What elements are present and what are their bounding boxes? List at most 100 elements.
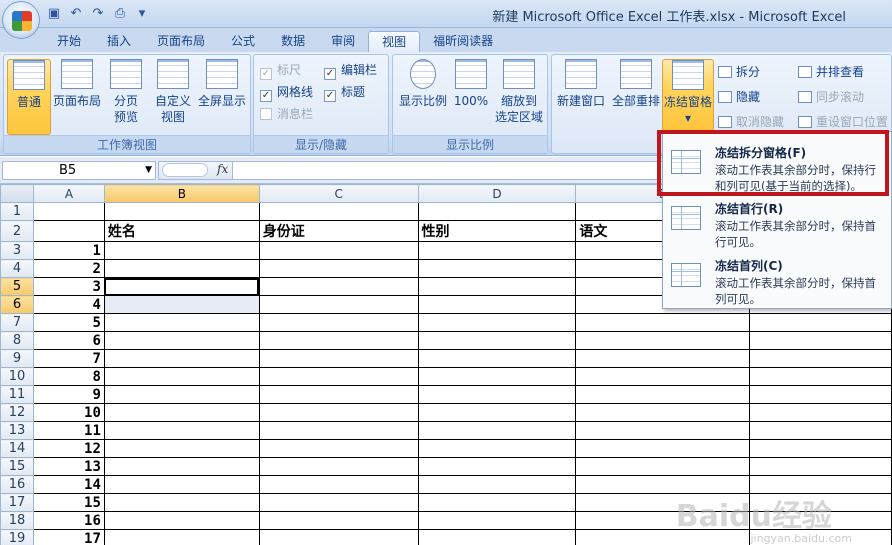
cell[interactable]: [417, 259, 577, 278]
chevron-down-icon[interactable]: ▼: [145, 162, 152, 179]
row-header[interactable]: 9: [0, 349, 34, 368]
tab-page-layout[interactable]: 页面布局: [144, 31, 218, 52]
cell[interactable]: [575, 349, 751, 368]
row-header[interactable]: 3: [0, 241, 34, 260]
cell[interactable]: [417, 403, 577, 422]
unhide-button[interactable]: 取消隐藏: [718, 113, 784, 131]
column-header[interactable]: D: [417, 184, 577, 203]
cell[interactable]: 7: [32, 349, 105, 368]
row-header[interactable]: 1: [0, 202, 34, 221]
row-header[interactable]: 16: [0, 475, 34, 494]
reset-window-position-button[interactable]: 重设窗口位置: [798, 113, 888, 131]
arrange-all-button[interactable]: 全部重排: [610, 59, 662, 135]
tab-review[interactable]: 审阅: [318, 31, 368, 52]
cell[interactable]: [749, 313, 892, 332]
cell[interactable]: [417, 493, 577, 512]
cell[interactable]: [103, 202, 260, 221]
cell[interactable]: [103, 475, 260, 494]
cell[interactable]: [258, 403, 419, 422]
sync-scroll-button[interactable]: 同步滚动: [798, 88, 864, 106]
cell[interactable]: [749, 349, 892, 368]
cell[interactable]: [749, 421, 892, 440]
cell[interactable]: 1: [32, 241, 105, 260]
cell[interactable]: 身份证: [258, 220, 419, 242]
cell[interactable]: [417, 529, 577, 545]
zoom-100-button[interactable]: 100%: [451, 59, 491, 135]
cell[interactable]: 12: [32, 439, 105, 458]
cell[interactable]: [258, 511, 419, 530]
cell[interactable]: 8: [32, 367, 105, 386]
column-header[interactable]: B: [103, 184, 260, 203]
cell[interactable]: [258, 457, 419, 476]
cell[interactable]: [103, 313, 260, 332]
cell[interactable]: [749, 385, 892, 404]
column-header[interactable]: A: [32, 184, 105, 203]
tab-insert[interactable]: 插入: [94, 31, 144, 52]
cell[interactable]: [749, 367, 892, 386]
cell[interactable]: [417, 241, 577, 260]
redo-icon[interactable]: ↷: [90, 6, 106, 22]
insert-function-icon[interactable]: fx: [217, 162, 228, 176]
cell[interactable]: [749, 439, 892, 458]
cell[interactable]: [258, 475, 419, 494]
row-header[interactable]: 5: [0, 277, 34, 296]
cell[interactable]: [417, 367, 577, 386]
cell[interactable]: [417, 457, 577, 476]
cell[interactable]: [258, 202, 419, 221]
row-header[interactable]: 4: [0, 259, 34, 278]
cell[interactable]: [103, 349, 260, 368]
office-button[interactable]: [2, 1, 40, 39]
cell[interactable]: [749, 403, 892, 422]
cell[interactable]: [258, 277, 419, 296]
cell[interactable]: [575, 385, 751, 404]
zoom-to-selection-button[interactable]: 缩放到 选定区域: [493, 59, 545, 135]
cell[interactable]: 6: [32, 331, 105, 350]
cell[interactable]: [258, 259, 419, 278]
row-header[interactable]: 7: [0, 313, 34, 332]
cell[interactable]: 2: [32, 259, 105, 278]
cell[interactable]: 4: [32, 295, 105, 314]
cell[interactable]: [258, 367, 419, 386]
hide-button[interactable]: 隐藏: [718, 88, 760, 106]
cell[interactable]: [32, 220, 105, 242]
cell[interactable]: [258, 331, 419, 350]
normal-view-button[interactable]: 普通: [7, 59, 51, 135]
cell[interactable]: [749, 331, 892, 350]
cell[interactable]: 16: [32, 511, 105, 530]
split-button[interactable]: 拆分: [718, 63, 760, 81]
cell[interactable]: [258, 529, 419, 545]
cell[interactable]: [258, 349, 419, 368]
tab-data[interactable]: 数据: [268, 31, 318, 52]
cell[interactable]: [575, 403, 751, 422]
new-window-button[interactable]: 新建窗口: [554, 59, 608, 135]
cell[interactable]: 9: [32, 385, 105, 404]
column-header[interactable]: C: [258, 184, 419, 203]
cell[interactable]: [258, 313, 419, 332]
cell[interactable]: [103, 385, 260, 404]
tab-formulas[interactable]: 公式: [218, 31, 268, 52]
cell[interactable]: [417, 277, 577, 296]
select-all-corner[interactable]: [0, 184, 34, 203]
cell[interactable]: [417, 475, 577, 494]
cell[interactable]: [103, 439, 260, 458]
cell[interactable]: [258, 421, 419, 440]
row-header[interactable]: 17: [0, 493, 34, 512]
cell[interactable]: [575, 439, 751, 458]
undo-icon[interactable]: ↶: [68, 6, 84, 22]
row-header[interactable]: 8: [0, 331, 34, 350]
save-icon[interactable]: ▣: [46, 6, 62, 22]
row-header[interactable]: 15: [0, 457, 34, 476]
cell[interactable]: [575, 457, 751, 476]
menu-item-freeze-first-column[interactable]: 冻结首列(C) 滚动工作表其余部分时，保持首列可见。: [663, 249, 892, 307]
row-header[interactable]: 18: [0, 511, 34, 530]
cell[interactable]: [103, 529, 260, 545]
cell[interactable]: [103, 259, 260, 278]
cell[interactable]: [103, 421, 260, 440]
cell[interactable]: [575, 313, 751, 332]
row-header[interactable]: 11: [0, 385, 34, 404]
cell[interactable]: [258, 241, 419, 260]
message-bar-checkbox[interactable]: 消息栏: [260, 105, 313, 123]
page-layout-view-button[interactable]: 页面布局: [50, 59, 104, 135]
formula-bar-checkbox[interactable]: ✓ 编辑栏: [324, 61, 377, 80]
cell[interactable]: [103, 457, 260, 476]
